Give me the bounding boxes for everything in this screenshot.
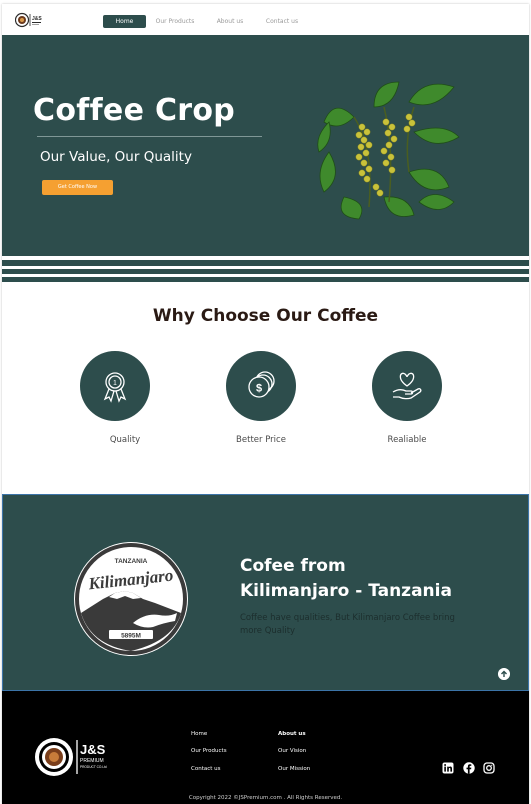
kilimanjaro-section: TANZANIA Kilimanjaro 5895M Cofee from Ki… xyxy=(2,494,529,691)
footer-link-contact-us[interactable]: Contact us xyxy=(191,766,221,772)
page: J&S Home Our Products About us Contact u… xyxy=(2,4,529,804)
heart-hand-icon xyxy=(392,372,422,400)
why-section-title: Why Choose Our Coffee xyxy=(152,306,379,326)
svg-text:J&S: J&S xyxy=(32,16,42,22)
nav-contact-us[interactable]: Contact us xyxy=(260,15,304,28)
svg-text:TANZANIA: TANZANIA xyxy=(115,558,148,565)
footer-link-our-mission[interactable]: Our Mission xyxy=(278,766,310,772)
footer-link-home[interactable]: Home xyxy=(191,731,207,737)
svg-text:$: $ xyxy=(256,383,262,395)
kilimanjaro-title-line2: Kilimanjaro - Tanzania xyxy=(240,581,452,601)
award-ribbon-icon: 1 xyxy=(103,372,127,403)
feature-price-label: Better Price xyxy=(236,435,286,445)
hero-title: Coffee Crop xyxy=(33,93,236,128)
nav-about-us[interactable]: About us xyxy=(210,15,250,28)
feature-reliable-circle xyxy=(372,351,442,421)
footer-link-our-vision[interactable]: Our Vision xyxy=(278,748,306,754)
divider-stripe xyxy=(2,260,529,266)
copyright-text: Copyright 2022 ©JSPremium.com . All Righ… xyxy=(188,795,343,801)
divider-stripe xyxy=(2,269,529,274)
svg-text:1: 1 xyxy=(113,380,117,387)
svg-text:5895M: 5895M xyxy=(121,633,141,640)
get-coffee-button[interactable]: Get Coffee Now xyxy=(42,180,113,195)
feature-quality-label: Quality xyxy=(109,435,141,445)
divider-stripe xyxy=(2,277,529,282)
feature-reliable-label: Realiable xyxy=(387,435,427,445)
svg-text:J&S: J&S xyxy=(80,742,106,757)
kilimanjaro-badge-image: TANZANIA Kilimanjaro 5895M xyxy=(74,542,188,656)
feature-price-circle: $ xyxy=(226,351,296,421)
top-nav: J&S Home Our Products About us Contact u… xyxy=(2,4,529,35)
coffee-plant-image xyxy=(317,81,460,220)
coins-icon: $ xyxy=(248,371,275,398)
linkedin-icon[interactable] xyxy=(442,762,454,774)
instagram-icon[interactable] xyxy=(483,762,495,774)
nav-our-products[interactable]: Our Products xyxy=(150,15,200,28)
footer-link-about-us[interactable]: About us xyxy=(278,731,306,737)
kilimanjaro-title-line1: Cofee from xyxy=(240,556,346,576)
hero-divider xyxy=(37,136,262,137)
brand-logo[interactable]: J&S xyxy=(15,12,43,28)
kilimanjaro-description: Coffee have qualities, But Kilimanjaro C… xyxy=(240,613,455,636)
hero-section: Coffee Crop Our Value, Our Quality Get C… xyxy=(2,35,529,256)
footer-brand-logo[interactable]: J&S PREMIUM PRODUCT CO.Ltd xyxy=(34,736,112,778)
feature-quality-circle: 1 xyxy=(80,351,150,421)
nav-home[interactable]: Home xyxy=(103,15,146,28)
footer: J&S PREMIUM PRODUCT CO.Ltd Home Our Prod… xyxy=(2,691,529,804)
kilimanjaro-title: Cofee from Kilimanjaro - Tanzania xyxy=(240,554,452,604)
facebook-icon[interactable] xyxy=(463,762,475,774)
footer-link-our-products[interactable]: Our Products xyxy=(191,748,227,754)
svg-text:PRODUCT CO.Ltd: PRODUCT CO.Ltd xyxy=(80,765,107,769)
scroll-to-top-icon[interactable] xyxy=(498,668,510,680)
hero-subtitle: Our Value, Our Quality xyxy=(40,149,192,165)
svg-text:PREMIUM: PREMIUM xyxy=(80,758,104,764)
